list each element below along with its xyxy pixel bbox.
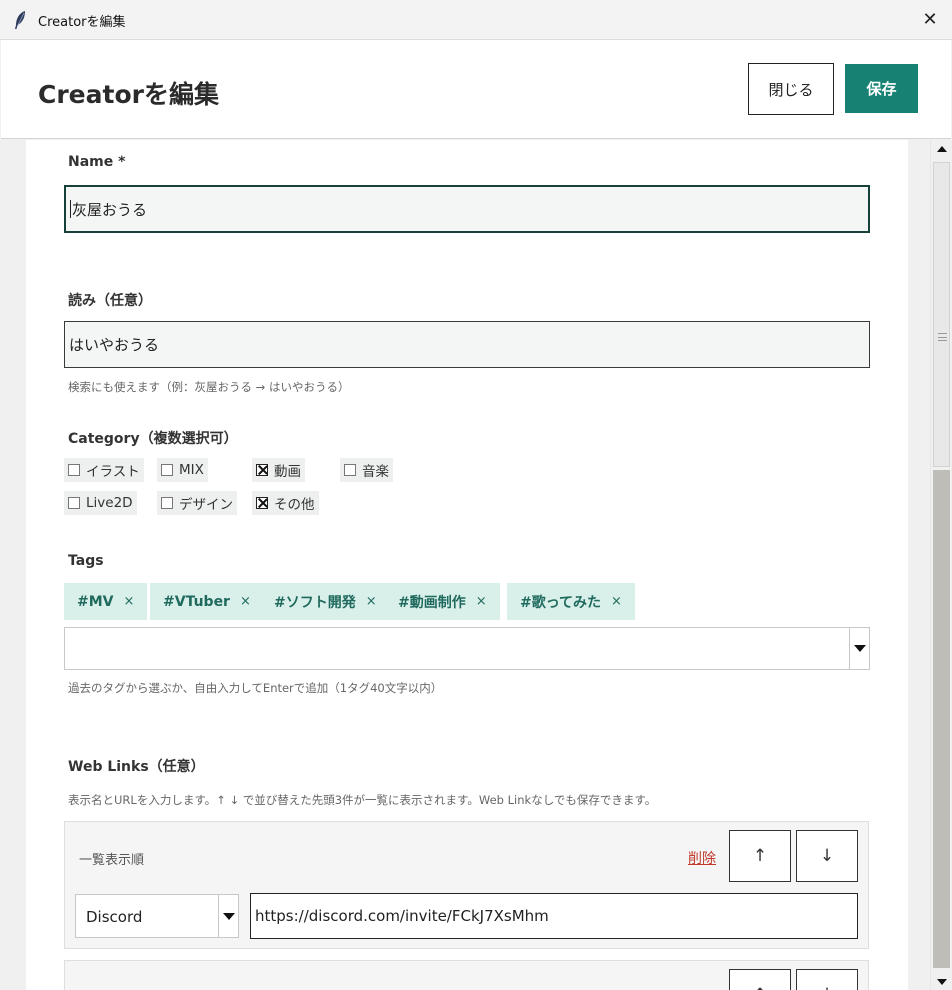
- url-value: https://discord.com/invite/FCkJ7XsMhm: [255, 907, 549, 925]
- name-input[interactable]: 灰屋おうる: [64, 185, 870, 233]
- checkbox-label: Live2D: [86, 495, 133, 511]
- move-down-button[interactable]: ↓: [796, 830, 858, 882]
- category-checkbox-video[interactable]: 動画: [252, 458, 305, 482]
- category-checkbox-other[interactable]: その他: [252, 491, 319, 515]
- tag-chip: #MV ×: [64, 583, 148, 620]
- dropdown-arrow-icon[interactable]: [849, 628, 869, 669]
- scroll-down-icon[interactable]: [932, 973, 951, 990]
- scroll-up-icon[interactable]: [932, 140, 951, 157]
- page-title: Creatorを編集: [38, 80, 219, 109]
- checkbox-icon: [68, 497, 80, 509]
- tags-label: Tags: [68, 553, 104, 569]
- move-up-button[interactable]: ↑: [729, 830, 791, 882]
- category-checkbox-live2d[interactable]: Live2D: [64, 491, 137, 515]
- move-down-button[interactable]: ↓: [796, 969, 858, 990]
- reading-hint: 検索にも使えます（例：灰屋おうる → はいやおうる）: [68, 380, 350, 394]
- web-links-hint: 表示名とURLを入力します。↑ ↓ で並び替えた先頭3件が一覧に表示されます。W…: [68, 793, 657, 807]
- move-up-button[interactable]: ↑: [729, 969, 791, 990]
- name-value: 灰屋おうる: [72, 200, 148, 219]
- category-checkbox-mix[interactable]: MIX: [157, 458, 208, 482]
- service-value: Discord: [86, 908, 143, 926]
- checkbox-label: その他: [274, 497, 315, 513]
- vertical-scrollbar[interactable]: [930, 140, 951, 990]
- tag-label: #歌ってみた: [520, 594, 602, 611]
- category-checkbox-music[interactable]: 音楽: [340, 458, 393, 482]
- tag-remove-icon[interactable]: ×: [476, 594, 487, 609]
- checkbox-label: イラスト: [86, 464, 140, 480]
- tag-remove-icon[interactable]: ×: [366, 594, 377, 609]
- category-checkbox-illust[interactable]: イラスト: [64, 458, 144, 482]
- close-button[interactable]: 閉じる: [748, 63, 834, 115]
- text-caret: [70, 200, 71, 218]
- tags-hint: 過去のタグから選ぶか、自由入力してEnterで追加（1タグ40文字以内）: [68, 681, 443, 695]
- url-input[interactable]: https://discord.com/invite/FCkJ7XsMhm: [250, 893, 858, 939]
- service-select[interactable]: Discord: [75, 894, 239, 938]
- save-button[interactable]: 保存: [845, 64, 918, 113]
- tag-chip: #ソフト開発 ×: [261, 583, 390, 620]
- window-close-icon[interactable]: ✕: [916, 6, 944, 34]
- checkbox-label: 動画: [274, 464, 301, 480]
- checkbox-checked-icon: [256, 497, 268, 509]
- reading-value: はいやおうる: [69, 336, 160, 354]
- category-checkbox-design[interactable]: デザイン: [157, 491, 237, 515]
- dropdown-arrow-icon[interactable]: [218, 895, 238, 937]
- window-title: Creatorを編集: [38, 15, 126, 30]
- delete-link[interactable]: 削除: [688, 848, 716, 868]
- scrollbar-grip-icon: [938, 333, 947, 341]
- checkbox-icon: [344, 464, 356, 476]
- tag-remove-icon[interactable]: ×: [240, 594, 251, 609]
- tag-remove-icon[interactable]: ×: [124, 594, 135, 609]
- tag-combobox[interactable]: [64, 627, 870, 670]
- checkbox-icon: [68, 464, 80, 476]
- checkbox-icon: [161, 497, 173, 509]
- checkbox-label: MIX: [179, 462, 204, 478]
- tag-label: #MV: [77, 593, 114, 610]
- category-label: Category（複数選択可）: [68, 431, 238, 447]
- web-link-entry: 一覧表示順 削除 ↑ ↓ Discord https://discord.com…: [64, 821, 869, 949]
- scrollbar-thumb[interactable]: [933, 162, 950, 467]
- checkbox-label: デザイン: [179, 497, 233, 513]
- checkbox-checked-icon: [256, 464, 268, 476]
- dialog-header: Creatorを編集 閉じる 保存: [1, 40, 951, 139]
- name-label: Name *: [68, 154, 126, 170]
- feather-icon: [15, 11, 25, 29]
- window-titlebar: Creatorを編集 ✕: [0, 0, 952, 40]
- form-panel: Name * 灰屋おうる 読み（任意） はいやおうる 検索にも使えます（例：灰屋…: [26, 140, 908, 990]
- display-order-label: 一覧表示順: [79, 853, 145, 868]
- web-link-entry: 削除 ↑ ↓: [64, 960, 869, 990]
- checkbox-label: 音楽: [362, 464, 389, 480]
- checkbox-icon: [161, 464, 173, 476]
- tag-label: #VTuber: [163, 593, 230, 610]
- tag-chip: #VTuber ×: [150, 583, 264, 620]
- tag-label: #ソフト開発: [274, 594, 356, 611]
- tag-remove-icon[interactable]: ×: [611, 594, 622, 609]
- form-scroll-area: Name * 灰屋おうる 読み（任意） はいやおうる 検索にも使えます（例：灰屋…: [1, 140, 929, 990]
- tag-chip: #歌ってみた ×: [507, 583, 635, 620]
- tag-label: #動画制作: [398, 594, 466, 611]
- tag-chip: #動画制作 ×: [385, 583, 500, 620]
- web-links-label: Web Links（任意）: [68, 759, 205, 775]
- reading-label: 読み（任意）: [68, 293, 152, 309]
- scrollbar-track[interactable]: [933, 470, 950, 968]
- reading-input[interactable]: はいやおうる: [64, 321, 870, 368]
